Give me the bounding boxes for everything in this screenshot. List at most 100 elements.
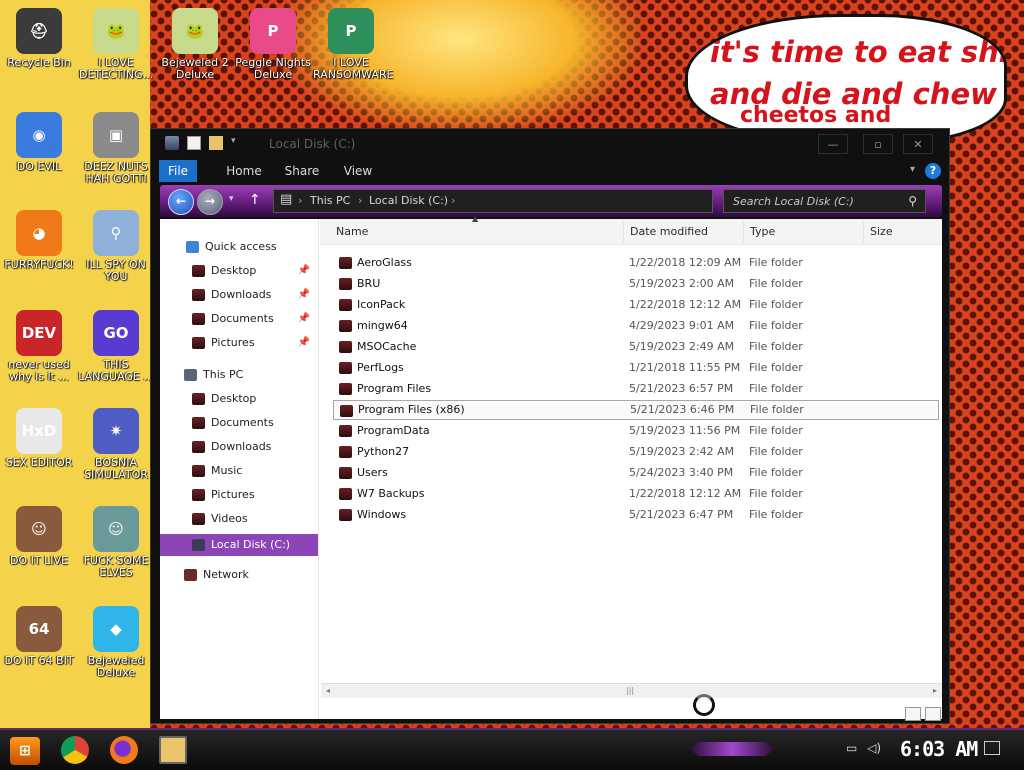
details-view-icon[interactable] (905, 707, 921, 721)
nav-item-documents[interactable]: Documents 📌 (160, 308, 318, 330)
tab-view[interactable]: View (335, 160, 381, 182)
bejeweled-icon: 🐸 (172, 8, 218, 54)
tab-file[interactable]: File (159, 160, 197, 182)
file-explorer-icon[interactable] (159, 736, 187, 764)
tab-share[interactable]: Share (277, 160, 327, 182)
file-row[interactable]: Windows 5/21/2023 6:47 PM File folder (333, 505, 939, 525)
desktop-icon[interactable]: ◆ Bejeweled Deluxe (78, 606, 154, 679)
nav-item-local-disk-c-[interactable]: Local Disk (C:) (160, 534, 318, 556)
pin-icon[interactable]: 📌 (298, 260, 310, 282)
desktop-icon-label: DO IT 64 BIT (4, 654, 74, 667)
nav-quick-access[interactable]: Quick access (160, 236, 318, 258)
maximize-button[interactable]: ▫ (863, 134, 893, 154)
pin-icon[interactable]: 📌 (298, 308, 310, 330)
notifications-icon[interactable] (984, 741, 1000, 755)
file-row[interactable]: Python27 5/19/2023 2:42 AM File folder (333, 442, 939, 462)
minimize-button[interactable]: — (818, 134, 848, 154)
column-name[interactable]: Name (330, 221, 624, 243)
file-row[interactable]: AeroGlass 1/22/2018 12:09 AM File folder (333, 253, 939, 273)
back-button[interactable]: ← (168, 189, 194, 215)
close-button[interactable]: ✕ (903, 134, 933, 154)
nav-item-pictures[interactable]: Pictures (160, 484, 318, 506)
nav-item-videos[interactable]: Videos (160, 508, 318, 530)
horizontal-scrollbar[interactable]: ◂ ||| ▸ (321, 683, 942, 698)
scroll-grip-icon[interactable]: ||| (626, 686, 634, 695)
address-bar[interactable]: ▤ › This PC › Local Disk (C:) › (273, 189, 713, 213)
firefox-icon[interactable] (110, 736, 138, 764)
breadcrumb-local-disk[interactable]: Local Disk (C:) (369, 194, 448, 207)
title-bar[interactable]: ▾ Local Disk (C:) — ▫ ✕ (151, 129, 949, 159)
column-date-modified[interactable]: Date modified (624, 221, 744, 243)
desktop-icon[interactable]: ☺ FUCK SOME ELVES (78, 506, 154, 579)
clock[interactable]: 6:03 AM (900, 737, 978, 761)
desktop-icon-label: FURRYFUCK! (4, 258, 74, 271)
desktop-icon[interactable]: DEV never used why is it ... (1, 310, 77, 383)
desktop-icon[interactable]: ◕ FURRYFUCK! (1, 210, 77, 271)
nav-item-downloads[interactable]: Downloads (160, 436, 318, 458)
desktop-icon[interactable]: ▣ DEEZ NUTS HAH GOTTI (78, 112, 154, 185)
desktop-icon[interactable]: 64 DO IT 64 BIT (1, 606, 77, 667)
desktop-icon[interactable]: ✷ BOSNIA SIMULATOR (78, 408, 154, 481)
chevron-down-icon[interactable]: ▾ (231, 136, 241, 150)
file-row[interactable]: Users 5/24/2023 3:40 PM File folder (333, 463, 939, 483)
forward-button[interactable]: → (197, 189, 223, 215)
chrome-icon[interactable] (61, 736, 89, 764)
file-row[interactable]: W7 Backups 1/22/2018 12:12 AM File folder (333, 484, 939, 504)
large-icons-view-icon[interactable] (925, 707, 941, 721)
file-row[interactable]: ProgramData 5/19/2023 11:56 PM File folder (333, 421, 939, 441)
tab-home[interactable]: Home (219, 160, 269, 182)
desktop-icon[interactable]: ◉ DO EVIL (1, 112, 77, 173)
help-icon[interactable]: ? (925, 163, 941, 179)
scroll-right-icon[interactable]: ▸ (928, 684, 942, 698)
folder-icon (339, 299, 352, 311)
pin-icon[interactable]: 📌 (298, 284, 310, 306)
recent-locations-icon[interactable]: ▾ (229, 194, 234, 204)
desktop-icon[interactable]: ⛑ Recycle Bin (1, 8, 77, 69)
folder-icon (339, 425, 352, 437)
desktop-icon[interactable]: PI LOVE RANSOMWARE (313, 8, 393, 81)
properties-icon[interactable] (187, 136, 201, 150)
file-date-modified: 1/21/2018 11:55 PM (629, 361, 741, 374)
nav-item-pictures[interactable]: Pictures 📌 (160, 332, 318, 354)
column-size[interactable]: Size (864, 221, 942, 243)
column-type[interactable]: Type (744, 221, 864, 243)
folder-icon (192, 265, 205, 277)
desktop-icon[interactable]: P Peggle Nights Deluxe (235, 8, 311, 81)
pin-icon[interactable]: 📌 (298, 332, 310, 354)
file-date-modified: 5/19/2023 11:56 PM (629, 424, 741, 437)
search-box[interactable]: Search Local Disk (C:) ⚲ (723, 189, 926, 213)
desktop-icon[interactable]: ☺ DO IT LIVE (1, 506, 77, 567)
file-row[interactable]: MSOCache 5/19/2023 2:49 AM File folder (333, 337, 939, 357)
new-folder-icon[interactable] (209, 136, 223, 150)
nav-item-desktop[interactable]: Desktop (160, 388, 318, 410)
up-button[interactable]: ↑ (249, 192, 261, 208)
breadcrumb-this-pc[interactable]: This PC (310, 194, 350, 207)
explorer-app-icon[interactable] (165, 136, 179, 150)
breadcrumb-separator-icon: › (298, 194, 303, 207)
nav-network[interactable]: Network (160, 564, 318, 586)
nav-item-desktop[interactable]: Desktop 📌 (160, 260, 318, 282)
search-icon[interactable]: ⚲ (908, 194, 917, 208)
desktop-icon[interactable]: 🐸 Bejeweled 2 Deluxe (157, 8, 233, 81)
scroll-left-icon[interactable]: ◂ (321, 684, 335, 698)
file-row[interactable]: IconPack 1/22/2018 12:12 AM File folder (333, 295, 939, 315)
desktop-icon[interactable]: GO THIS LANGUAGE ... (78, 310, 154, 383)
file-row[interactable]: Program Files (x86) 5/21/2023 6:46 PM File… (333, 400, 939, 420)
file-name: W7 Backups (357, 487, 425, 500)
nav-item-documents[interactable]: Documents (160, 412, 318, 434)
file-row[interactable]: PerfLogs 1/21/2018 11:55 PM File folder (333, 358, 939, 378)
desktop-icon[interactable]: HxD SEX EDITOR (1, 408, 77, 469)
file-row[interactable]: mingw64 4/29/2023 9:01 AM File folder (333, 316, 939, 336)
desktop-icon[interactable]: ⚲ ILL SPY ON YOU (78, 210, 154, 283)
file-row[interactable]: Program Files 5/21/2023 6:57 PM File folde… (333, 379, 939, 399)
network-icon[interactable]: ▭ (846, 741, 857, 755)
nav-item-downloads[interactable]: Downloads 📌 (160, 284, 318, 306)
expand-ribbon-icon[interactable]: ▾ (910, 164, 915, 175)
nav-item-music[interactable]: Music (160, 460, 318, 482)
volume-icon[interactable]: ◁) (867, 741, 881, 755)
folder-icon (339, 278, 352, 290)
start-button[interactable]: ⊞ (10, 737, 40, 765)
file-row[interactable]: BRU 5/19/2023 2:00 AM File folder (333, 274, 939, 294)
nav-this-pc[interactable]: This PC (160, 364, 318, 386)
desktop-icon[interactable]: 🐸 I LOVE DETECTING... (78, 8, 154, 81)
